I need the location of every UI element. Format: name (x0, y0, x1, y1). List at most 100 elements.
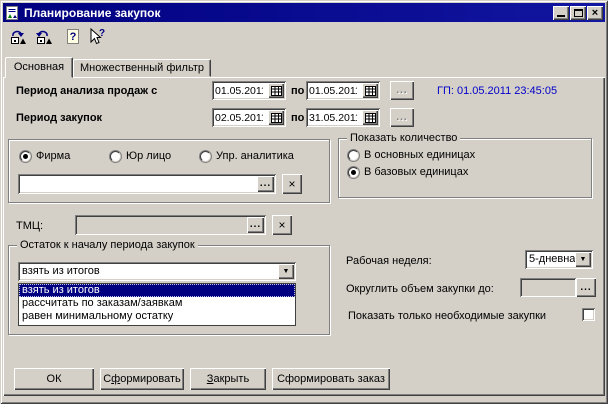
only-required-checkbox[interactable] (582, 308, 595, 321)
balance-combobox[interactable]: взять из итогов ▼ (18, 262, 296, 281)
purchase-period-to-label: по (291, 112, 304, 124)
purchase-period-from-calendar-button[interactable] (268, 110, 284, 125)
entity-clear-button[interactable]: × (282, 174, 302, 194)
minimize-icon (557, 15, 565, 17)
context-help-button[interactable]: ? (86, 26, 108, 48)
tmc-label: ТМЦ: (16, 220, 43, 232)
tmc-clear-button[interactable]: × (272, 215, 292, 235)
restore-values-button[interactable] (8, 26, 30, 48)
radio-firm-circle (20, 151, 31, 162)
dropdown-option-calc-by-orders[interactable]: рассчитать по заказам/заявкам (19, 297, 295, 310)
work-week-value: 5-дневная (529, 253, 581, 265)
balance-dropdown-list: взять из итогов рассчитать по заказам/за… (18, 283, 296, 326)
radio-mgmt-analytics[interactable]: Упр. аналитика (200, 150, 294, 162)
purchase-period-to-calendar-button[interactable] (362, 110, 378, 125)
chevron-down-icon: ▼ (580, 256, 587, 263)
generate-button[interactable]: Сформировать (100, 368, 184, 390)
sales-period-from-field (212, 81, 286, 100)
tab-panel (3, 77, 605, 396)
tab-main-label: Основная (14, 61, 64, 73)
maximize-icon (574, 9, 583, 17)
radio-mgmt-analytics-circle (200, 151, 211, 162)
svg-text:?: ? (99, 28, 105, 39)
ok-button[interactable]: ОК (14, 368, 94, 390)
sales-period-to-label: по (291, 85, 304, 97)
balance-group-title: Остаток к началу периода закупок (17, 239, 198, 251)
sales-period-from-calendar-button[interactable] (268, 83, 284, 98)
radio-base-units[interactable]: В основных единицах (348, 149, 475, 161)
purchase-period-to-input[interactable] (306, 108, 360, 127)
work-week-combobox[interactable]: 5-дневная ▼ (525, 250, 593, 269)
radio-main-units-circle (348, 150, 359, 161)
ellipsis-icon: ... (396, 114, 407, 122)
purchase-period-from-input[interactable] (212, 108, 266, 127)
ok-button-label: ОК (47, 373, 62, 385)
radio-legal-entity-circle (110, 151, 121, 162)
purchase-period-from-field (212, 108, 286, 127)
radio-basic-units-circle (348, 167, 359, 178)
only-required-label: Показать только необходимые закупки (348, 310, 546, 322)
balance-combo-dropdown-button[interactable]: ▼ (278, 264, 294, 279)
close-icon: × (592, 8, 598, 18)
generate-order-button[interactable]: Сформировать заказ (272, 368, 390, 390)
round-label: Округлить объем закупки до: (346, 283, 494, 295)
work-week-dropdown-button[interactable]: ▼ (575, 252, 591, 267)
entity-input[interactable] (18, 174, 250, 194)
ellipsis-icon: ... (396, 87, 407, 95)
tmc-input[interactable] (75, 215, 240, 235)
calendar-icon (365, 86, 376, 96)
minimize-button[interactable] (553, 6, 569, 20)
svg-text:?: ? (70, 31, 77, 43)
calendar-icon (271, 86, 282, 96)
radio-firm[interactable]: Фирма (20, 150, 70, 162)
maximize-button[interactable] (570, 6, 586, 20)
save-values-button[interactable] (34, 26, 56, 48)
radio-firm-label: Фирма (36, 150, 70, 162)
quantity-group-title: Показать количество (347, 132, 460, 144)
round-input[interactable] (520, 278, 576, 297)
tmc-select-button[interactable]: ... (247, 217, 264, 233)
balance-combo-value: взять из итогов (22, 265, 100, 277)
tmc-field: ... (75, 215, 266, 235)
window-title: Планирование закупок (24, 6, 552, 20)
tab-multi-filter-label: Множественный фильтр (80, 62, 204, 74)
clear-icon: × (278, 218, 285, 232)
tab-main[interactable]: Основная (5, 57, 73, 78)
generate-order-button-label: Сформировать заказ (277, 373, 385, 385)
help-icon: ? (64, 28, 82, 46)
purchase-period-to-field (306, 108, 380, 127)
purchase-period-label: Период закупок (16, 112, 102, 124)
sales-period-from-input[interactable] (212, 81, 266, 100)
sales-period-detail-button[interactable]: ... (390, 81, 414, 100)
clear-icon: × (288, 177, 295, 191)
work-week-label: Рабочая неделя: (346, 255, 432, 267)
tab-multi-filter[interactable]: Множественный фильтр (73, 59, 211, 77)
purchase-period-detail-button[interactable]: ... (390, 108, 414, 127)
close-dialog-button[interactable]: Закрыть (190, 368, 266, 390)
radio-main-units-label: В основных единицах (364, 149, 475, 161)
calendar-icon (365, 113, 376, 123)
ellipsis-icon: ... (250, 221, 261, 229)
ellipsis-icon: ... (260, 180, 271, 188)
entity-field: ... (18, 174, 276, 194)
dropdown-option-take-from-totals[interactable]: взять из итогов (19, 284, 295, 297)
generate-button-label: Сформировать (103, 373, 181, 385)
help-button[interactable]: ? (62, 26, 84, 48)
restore-values-icon (9, 28, 29, 46)
entity-select-button[interactable]: ... (257, 176, 274, 192)
context-help-icon: ? (86, 27, 108, 47)
radio-legal-entity[interactable]: Юр лицо (110, 150, 171, 162)
sales-period-to-calendar-button[interactable] (362, 83, 378, 98)
title-bar[interactable]: Планирование закупок × (3, 3, 605, 22)
gp-timestamp: ГП: 01.05.2011 23:45:05 (437, 85, 557, 97)
close-button[interactable]: × (587, 6, 603, 20)
chevron-down-icon: ▼ (283, 268, 290, 275)
ellipsis-icon: ... (580, 284, 591, 292)
purchase-planning-dialog: Планирование закупок × ? ? (0, 0, 608, 404)
sales-period-to-input[interactable] (306, 81, 360, 100)
dropdown-option-equals-min-stock[interactable]: равен минимальному остатку (19, 310, 295, 323)
round-select-button[interactable]: ... (576, 278, 596, 297)
sales-period-to-field (306, 81, 380, 100)
radio-basic-units[interactable]: В базовых единицах (348, 166, 468, 178)
close-dialog-button-label: Закрыть (207, 373, 249, 385)
